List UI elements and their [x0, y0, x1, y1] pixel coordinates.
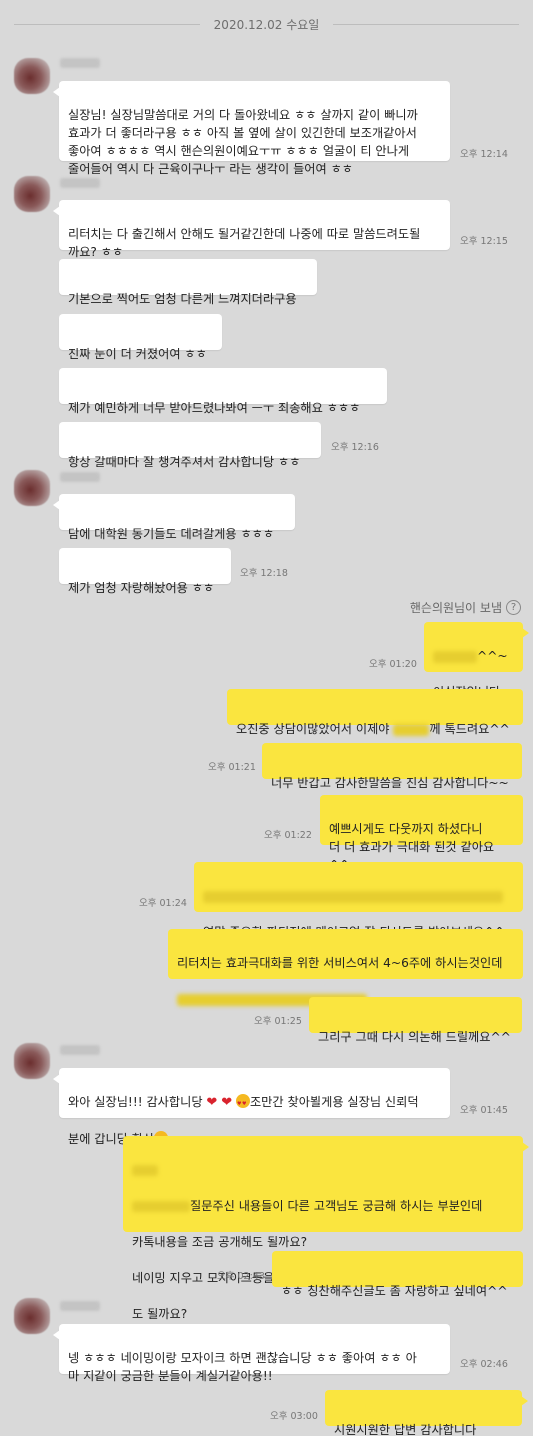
- avatar[interactable]: [14, 176, 50, 212]
- message-text: 오진중 상담이많았어서 이제야: [236, 722, 394, 736]
- message-line-blurred: [132, 1161, 514, 1179]
- message-bubble[interactable]: 너무 반갑고 감사한말씀을 진심 감사합니다~~: [262, 743, 522, 790]
- message-text: 항상 갈때마다 잘 챙겨주셔서 감사합니당 ㅎㅎ: [68, 455, 301, 469]
- heart-icon: ❤: [221, 1095, 233, 1110]
- message-text: 너무 반갑고 감사한말씀을 진심 감사합니다~~: [271, 776, 509, 790]
- message-text: ^^~: [477, 649, 508, 663]
- message-bubble[interactable]: 예쁘시게도 다웃까지 하셨다니 더 더 효과가 극대화 된것 같아요^^: [320, 795, 523, 872]
- sent-by-text: 핸슨의원님이 보냄: [409, 601, 502, 615]
- message-text: 그리구 그때 다시 의논해 드릴께요^^: [318, 1030, 511, 1044]
- message-bubble[interactable]: 제가 엄청 자랑해놨어용 ㅎㅎ: [59, 548, 231, 595]
- heart-icon: ❤: [206, 1095, 218, 1110]
- heart-eyes-icon: [235, 1094, 250, 1113]
- message-line: 질문주신 내용들이 다른 고객님도 궁금해 하시는 부분인데: [132, 1197, 514, 1215]
- message-time: 오후 02:43: [217, 1271, 265, 1282]
- message-time: 오후 01:24: [139, 898, 187, 909]
- message-text: 담에 대학원 동기들도 데려갈게용 ㅎㅎㅎ: [68, 527, 275, 541]
- message-text: 기본으로 찍어도 엄청 다른게 느껴지더라구용: [68, 292, 297, 306]
- message-bubble[interactable]: 리터치는 효과극대화를 위한 서비스여서 4~6주에 하시는것인데: [168, 929, 523, 1006]
- message-time: 오후 01:22: [264, 830, 312, 841]
- message-time: 오후 02:46: [460, 1359, 508, 1370]
- date-divider: 2020.12.02 수요일: [0, 12, 533, 36]
- message-time: 오후 12:16: [331, 442, 379, 453]
- sender-name-blurred: [60, 1045, 100, 1055]
- message-bubble[interactable]: 실장님! 실장님말씀대로 거의 다 돌아왔네요 ㅎㅎ 살까지 같이 빠니까 효과…: [53, 81, 450, 176]
- message-bubble[interactable]: 항상 갈때마다 잘 챙겨주셔서 감사합니당 ㅎㅎ: [59, 422, 321, 469]
- sender-name-blurred: [60, 178, 100, 188]
- avatar[interactable]: [14, 1298, 50, 1334]
- message-text: 리터치는 다 출긴해서 안해도 될거같긴한데 나중에 따로 말씀드려도될 까요?…: [68, 227, 421, 259]
- sent-by-label: 핸슨의원님이 보냄?: [410, 597, 521, 616]
- message-bubble[interactable]: 제가 예민하게 너무 받아드렸나봐여 ㅡㅜ 죄송해요 ㅎㅎㅎ: [59, 368, 387, 415]
- sender-name-blurred: [60, 1301, 100, 1311]
- message-bubble[interactable]: 연말 중요한 파티전에 메이크업 잘 되시도록 받아보세요^^: [194, 862, 523, 939]
- message-time: 오후 12:14: [460, 149, 508, 160]
- message-bubble[interactable]: ㅎㅎ 칭찬해주신글도 좀 자랑하고 싶네여^^: [272, 1251, 523, 1298]
- blurred-name: [393, 723, 430, 736]
- message-bubble[interactable]: 와아 실장님!!! 감사합니당 ❤ ❤ 조만간 찾아뵐게용 실장님 신뢰덕 분에…: [53, 1068, 450, 1150]
- message-time: 오후 01:45: [460, 1105, 508, 1116]
- message-text: 시원시원한 답변 감사합니다~~^^: [334, 1423, 477, 1436]
- blurred-text: [203, 890, 503, 903]
- message-text: 리터치는 효과극대화를 위한 서비스여서 4~6주에 하시는것인데: [177, 956, 503, 970]
- message-time: 오후 12:18: [240, 568, 288, 579]
- message-bubble[interactable]: 시원시원한 답변 감사합니다~~^^: [325, 1390, 528, 1436]
- message-bubble[interactable]: ^^~ 이실장입니다~: [424, 622, 529, 699]
- date-text: 2020.12.02 수요일: [213, 17, 320, 32]
- message-time: 오후 01:25: [254, 1016, 302, 1027]
- avatar[interactable]: [14, 1043, 50, 1079]
- message-bubble[interactable]: 질문주신 내용들이 다른 고객님도 궁금해 하시는 부분인데 카톡내용을 조금 …: [123, 1136, 529, 1321]
- message-text: 조만간 찾아뵐게용 실장님 신뢰덕: [249, 1095, 419, 1109]
- message-time: 오후 01:21: [208, 762, 256, 773]
- message-time: 오후 12:15: [460, 236, 508, 247]
- message-text: 제가 엄청 자랑해놨어용 ㅎㅎ: [68, 581, 215, 595]
- blurred-text: [132, 1165, 158, 1176]
- message-bubble[interactable]: 리터치는 다 출긴해서 안해도 될거같긴한데 나중에 따로 말씀드려도될 까요?…: [53, 200, 450, 259]
- avatar[interactable]: [14, 58, 50, 94]
- message-text: ㅎㅎ 칭찬해주신글도 좀 자랑하고 싶네여^^: [281, 1284, 508, 1298]
- message-line: ^^~: [433, 647, 514, 665]
- sender-name-blurred: [60, 58, 100, 68]
- message-text: 넹 ㅎㅎㅎ 네이밍이랑 모자이크 하면 괜찮습니당 ㅎㅎ 좋아여 ㅎㅎ 아 마 …: [68, 1351, 417, 1383]
- message-text: 와아 실장님!!! 감사합니당: [68, 1095, 203, 1109]
- message-line-blurred: [203, 887, 514, 905]
- avatar[interactable]: [14, 470, 50, 506]
- message-bubble[interactable]: 기본으로 찍어도 엄청 다른게 느껴지더라구용: [59, 259, 317, 306]
- message-text: 진짜 눈이 더 커졌어여 ㅎㅎ: [68, 347, 207, 361]
- message-text: 께 톡드려요^^: [429, 722, 510, 736]
- message-text: 질문주신 내용들이 다른 고객님도 궁금해 하시는 부분인데: [190, 1199, 483, 1213]
- message-text: 실장님! 실장님말씀대로 거의 다 돌아왔네요 ㅎㅎ 살까지 같이 빠니까 효과…: [68, 108, 418, 176]
- message-line: 와아 실장님!!! 감사합니당 ❤ ❤ 조만간 찾아뵐게용 실장님 신뢰덕: [68, 1093, 441, 1113]
- sender-name-blurred: [60, 472, 100, 482]
- message-bubble[interactable]: 담에 대학원 동기들도 데려갈게용 ㅎㅎㅎ: [53, 494, 295, 541]
- message-bubble[interactable]: 진짜 눈이 더 커졌어여 ㅎㅎ: [59, 314, 222, 361]
- blurred-text: [132, 1201, 190, 1212]
- message-time: 오후 03:00: [270, 1411, 318, 1422]
- message-bubble[interactable]: 넹 ㅎㅎㅎ 네이밍이랑 모자이크 하면 괜찮습니당 ㅎㅎ 좋아여 ㅎㅎ 아 마 …: [53, 1324, 450, 1383]
- help-icon[interactable]: ?: [506, 600, 521, 615]
- message-text: 제가 예민하게 너무 받아드렸나봐여 ㅡㅜ 죄송해요 ㅎㅎㅎ: [68, 401, 361, 415]
- message-bubble[interactable]: 그리구 그때 다시 의논해 드릴께요^^: [309, 997, 522, 1044]
- blurred-name: [433, 650, 477, 663]
- message-text: 도 될까요?: [132, 1307, 188, 1321]
- message-text: 카톡내용을 조금 공개해도 될까요?: [132, 1235, 308, 1249]
- message-time: 오후 01:20: [369, 659, 417, 670]
- message-bubble[interactable]: 오진중 상담이많았어서 이제야 께 톡드려요^^: [227, 689, 523, 736]
